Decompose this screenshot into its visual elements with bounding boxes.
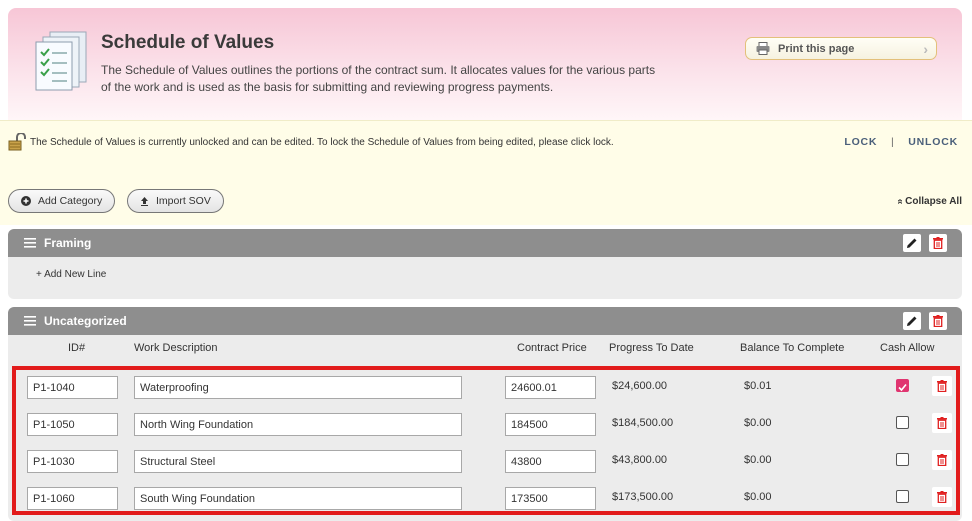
id-input[interactable]: [27, 487, 118, 510]
add-new-line-link[interactable]: + Add New Line: [36, 269, 106, 280]
table-row: $173,500.00 $0.00: [16, 481, 956, 518]
collapse-all-label: Collapse All: [905, 196, 962, 207]
id-input[interactable]: [27, 413, 118, 436]
balance-to-complete: $0.00: [744, 491, 772, 503]
contract-price-input[interactable]: [505, 376, 596, 399]
print-page-label: Print this page: [778, 42, 855, 55]
padlock-icon: [8, 133, 26, 151]
trash-icon: [937, 454, 947, 466]
cash-allow-checkbox[interactable]: [896, 453, 909, 466]
add-category-button[interactable]: Add Category: [8, 189, 116, 213]
chevron-right-icon: ›: [923, 41, 928, 57]
balance-to-complete: $0.01: [744, 380, 772, 392]
pencil-icon: [907, 238, 917, 248]
work-description-input[interactable]: [134, 376, 462, 399]
hamburger-icon: [24, 316, 36, 326]
delete-line-button[interactable]: [932, 376, 952, 396]
category-name: Framing: [44, 236, 92, 250]
trash-icon: [933, 237, 943, 249]
trash-icon: [937, 417, 947, 429]
column-header-progress: Progress To Date: [609, 342, 694, 354]
progress-to-date: $43,800.00: [612, 454, 668, 466]
import-sov-button[interactable]: Import SOV: [127, 189, 224, 213]
collapse-all-link[interactable]: « Collapse All: [894, 196, 962, 207]
table-row: $184,500.00 $0.00: [16, 407, 956, 444]
page-header: Schedule of Values The Schedule of Value…: [8, 8, 962, 120]
plus-circle-icon: [21, 196, 31, 206]
balance-to-complete: $0.00: [744, 417, 772, 429]
print-page-button[interactable]: Print this page ›: [745, 37, 937, 60]
id-input[interactable]: [27, 450, 118, 473]
delete-category-button[interactable]: [929, 234, 947, 252]
add-category-label: Add Category: [38, 195, 103, 207]
delete-line-button[interactable]: [932, 413, 952, 433]
column-header-cash-allow: Cash Allow: [880, 342, 935, 354]
contract-price-input[interactable]: [505, 450, 596, 473]
column-header-id: ID#: [68, 342, 86, 354]
lock-status-message: The Schedule of Values is currently unlo…: [30, 137, 614, 148]
table-row: $24,600.00 $0.01: [16, 370, 956, 407]
progress-to-date: $173,500.00: [612, 491, 674, 503]
work-description-input[interactable]: [134, 450, 462, 473]
hamburger-icon: [24, 238, 36, 248]
work-description-input[interactable]: [134, 413, 462, 436]
edit-category-button[interactable]: [903, 234, 921, 252]
cash-allow-checkbox[interactable]: [896, 490, 909, 503]
delete-category-button[interactable]: [929, 312, 947, 330]
lock-links: LOCK | UNLOCK: [844, 136, 958, 148]
column-header-contract-price: Contract Price: [517, 342, 587, 354]
contract-price-input[interactable]: [505, 413, 596, 436]
import-sov-label: Import SOV: [156, 195, 211, 207]
delete-line-button[interactable]: [932, 487, 952, 507]
category-header-framing[interactable]: Framing: [8, 229, 962, 257]
work-description-input[interactable]: [134, 487, 462, 510]
lock-separator: |: [891, 136, 895, 148]
id-input[interactable]: [27, 376, 118, 399]
pencil-icon: [907, 316, 917, 326]
category-name: Uncategorized: [44, 314, 127, 328]
progress-to-date: $184,500.00: [612, 417, 674, 429]
table-row: $43,800.00 $0.00: [16, 444, 956, 481]
delete-line-button[interactable]: [932, 450, 952, 470]
trash-icon: [937, 491, 947, 503]
lock-link[interactable]: LOCK: [844, 136, 877, 148]
column-header-balance: Balance To Complete: [740, 342, 845, 354]
toolbar: Add Category Import SOV « Collapse All: [0, 177, 972, 225]
unlock-link[interactable]: UNLOCK: [908, 136, 958, 148]
cash-allow-checkbox[interactable]: [896, 379, 909, 392]
cash-allow-checkbox[interactable]: [896, 416, 909, 429]
contract-price-input[interactable]: [505, 487, 596, 510]
upload-icon: [141, 197, 148, 206]
document-checklist-icon: [35, 31, 87, 91]
edit-category-button[interactable]: [903, 312, 921, 330]
checkmark-icon: [898, 383, 907, 392]
trash-icon: [937, 380, 947, 392]
page-description: The Schedule of Values outlines the port…: [101, 63, 656, 94]
lock-status-bar: The Schedule of Values is currently unlo…: [0, 120, 972, 177]
column-header-description: Work Description: [134, 342, 218, 354]
printer-icon: [756, 42, 770, 55]
line-items-table: $24,600.00 $0.01 $184,500.00 $0.00 $43: [12, 366, 960, 515]
collapse-icon: «: [894, 198, 906, 205]
progress-to-date: $24,600.00: [612, 380, 668, 392]
category-body-uncategorized: ID# Work Description Contract Price Prog…: [8, 335, 962, 521]
balance-to-complete: $0.00: [744, 454, 772, 466]
category-body-framing: + Add New Line: [8, 257, 962, 299]
page-title: Schedule of Values: [101, 32, 275, 53]
trash-icon: [933, 315, 943, 327]
category-header-uncategorized[interactable]: Uncategorized: [8, 307, 962, 335]
